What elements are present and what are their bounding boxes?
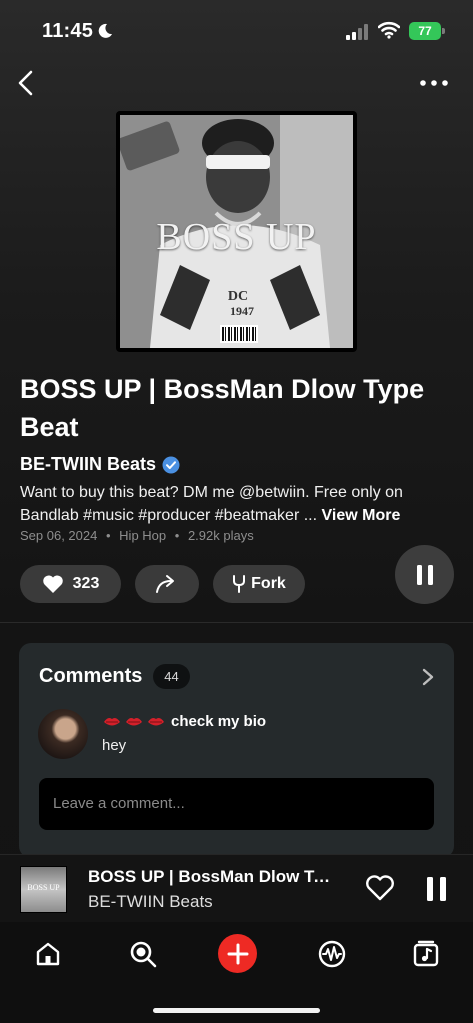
comment-author[interactable]: check my bio [102, 713, 266, 730]
mini-player-title[interactable]: BOSS UP | BossMan Dlow Type Beat [88, 867, 338, 887]
tab-home[interactable] [31, 937, 65, 971]
tab-search[interactable] [126, 937, 160, 971]
artist-name[interactable]: BE-TWIIN Beats [20, 454, 156, 475]
track-title: BOSS UP | BossMan Dlow Type Beat [20, 374, 425, 442]
section-divider [0, 622, 473, 623]
avatar[interactable] [38, 709, 88, 759]
search-icon [130, 941, 157, 968]
moon-icon [98, 23, 112, 38]
plus-icon [227, 943, 248, 964]
like-count: 323 [72, 575, 100, 592]
tab-library[interactable] [409, 937, 443, 971]
comments-title: Comments [39, 665, 143, 687]
cover-title-text: BOSS UP [156, 216, 317, 258]
comments-count-badge: 44 [153, 664, 190, 689]
status-time: 11:45 [42, 20, 94, 42]
battery-nub [442, 28, 445, 34]
mini-player-art[interactable]: BOSS UP [20, 866, 67, 913]
chevron-left-icon[interactable] [14, 68, 38, 98]
share-button[interactable] [135, 565, 199, 603]
status-bar: 11:45 77 [0, 0, 473, 62]
more-horizontal-icon[interactable] [418, 72, 450, 94]
pause-icon [416, 564, 433, 585]
comment-author-name: check my bio [171, 713, 267, 730]
lips-emoji-icon [104, 717, 164, 725]
meta-separator: • [105, 528, 111, 543]
home-indicator [153, 1008, 320, 1013]
wifi-icon [378, 21, 400, 39]
track-genre: Hip Hop [119, 528, 167, 543]
mini-player-artist[interactable]: BE-TWIIN Beats [88, 892, 213, 912]
svg-text:DC: DC [228, 289, 248, 304]
fork-label: Fork [251, 575, 286, 592]
like-button[interactable]: 323 [20, 565, 121, 603]
pause-icon[interactable] [425, 876, 449, 902]
mini-player[interactable]: BOSS UP BOSS UP | BossMan Dlow Type Beat… [0, 854, 473, 922]
tab-feed[interactable] [315, 937, 349, 971]
artist-row[interactable]: BE-TWIIN Beats [20, 454, 180, 475]
fork-icon [233, 575, 246, 593]
tab-create[interactable] [218, 934, 257, 973]
view-more-link[interactable]: View More [322, 507, 401, 524]
home-icon [36, 942, 60, 966]
pause-button[interactable] [395, 545, 454, 604]
mini-art-text: BOSS UP [27, 883, 60, 892]
comments-card: Comments 44 check my bio hey Leave a com… [19, 643, 454, 858]
verified-badge-icon [162, 456, 180, 473]
library-icon [413, 940, 439, 967]
cover-barcode [220, 325, 258, 343]
chevron-right-icon[interactable] [421, 667, 435, 687]
signal-icon [346, 24, 368, 40]
tab-bar [0, 922, 473, 1023]
waveform-icon [318, 940, 346, 968]
track-date: Sep 06, 2024 [20, 528, 98, 543]
heart-icon[interactable] [365, 875, 395, 901]
battery-indicator: 77 [409, 22, 441, 40]
cover-art: DC 1947 BOSS UP [116, 111, 357, 352]
meta-separator: • [174, 528, 180, 543]
cover-image: DC 1947 BOSS UP [120, 115, 353, 348]
share-icon [156, 575, 174, 593]
track-meta: Sep 06, 2024 • Hip Hop • 2.92k plays [20, 528, 259, 543]
heart-icon [42, 575, 63, 593]
comment-input[interactable]: Leave a comment... [39, 778, 434, 830]
track-plays: 2.92k plays [187, 528, 254, 543]
track-screen: 11:45 77 DC 1947 BOSS UP BOSS UP | BossM… [0, 0, 473, 1023]
comment-body: hey [102, 737, 127, 754]
svg-text:1947: 1947 [230, 304, 254, 318]
track-description: Want to buy this beat? DM me @betwiin. F… [20, 481, 460, 527]
fork-button[interactable]: Fork [213, 565, 305, 603]
